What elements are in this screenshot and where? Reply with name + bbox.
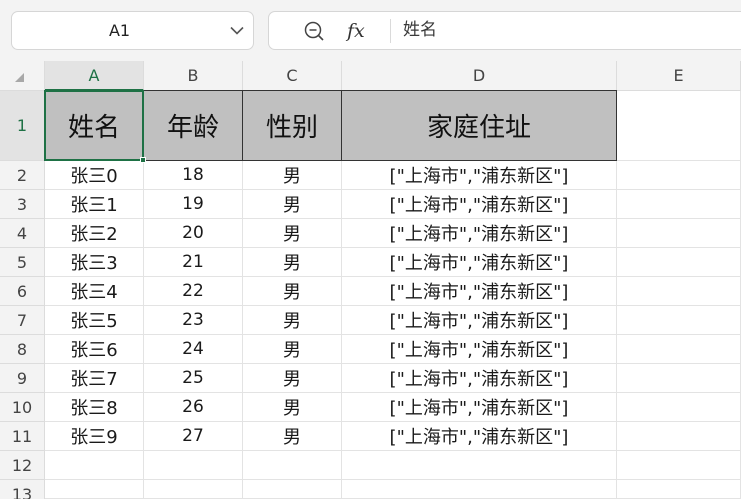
data-cell[interactable]: 男	[243, 190, 342, 219]
empty-cell[interactable]	[617, 306, 741, 335]
row-header-13[interactable]: 13	[0, 480, 45, 499]
empty-cell[interactable]	[617, 91, 741, 161]
data-cell[interactable]: 张三2	[45, 219, 144, 248]
empty-cell[interactable]	[617, 335, 741, 364]
data-cell[interactable]: 男	[243, 219, 342, 248]
empty-cell[interactable]	[45, 480, 144, 499]
column-header-d[interactable]: D	[342, 61, 617, 91]
header-cell[interactable]: 性别	[243, 91, 342, 161]
data-cell[interactable]: ["上海市","浦东新区"]	[342, 219, 617, 248]
empty-cell[interactable]	[243, 480, 342, 499]
data-cell[interactable]: 男	[243, 422, 342, 451]
row-header-5[interactable]: 5	[0, 248, 45, 277]
column-header-c[interactable]: C	[243, 61, 342, 91]
empty-cell[interactable]	[617, 364, 741, 393]
data-cell[interactable]: 男	[243, 306, 342, 335]
data-cell[interactable]: 男	[243, 277, 342, 306]
data-cell[interactable]: ["上海市","浦东新区"]	[342, 335, 617, 364]
data-cell[interactable]: 张三3	[45, 248, 144, 277]
empty-cell[interactable]	[617, 161, 741, 190]
header-top-border	[45, 90, 617, 91]
row-header-10[interactable]: 10	[0, 393, 45, 422]
data-cell[interactable]: 张三0	[45, 161, 144, 190]
empty-cell[interactable]	[144, 480, 243, 499]
row-header-8[interactable]: 8	[0, 335, 45, 364]
column-header-e[interactable]: E	[617, 61, 741, 91]
select-all-corner[interactable]	[0, 61, 45, 91]
empty-cell[interactable]	[342, 480, 617, 499]
header-cell[interactable]: 年龄	[144, 91, 243, 161]
empty-cell[interactable]	[617, 190, 741, 219]
row-header-7[interactable]: 7	[0, 306, 45, 335]
row-header-2[interactable]: 2	[0, 161, 45, 190]
empty-cell[interactable]	[617, 277, 741, 306]
data-cell[interactable]: ["上海市","浦东新区"]	[342, 306, 617, 335]
row-header-4[interactable]: 4	[0, 219, 45, 248]
data-cell[interactable]: 男	[243, 248, 342, 277]
data-cell[interactable]: ["上海市","浦东新区"]	[342, 248, 617, 277]
row-header-6[interactable]: 6	[0, 277, 45, 306]
data-cell[interactable]: ["上海市","浦东新区"]	[342, 393, 617, 422]
name-box[interactable]: A1	[11, 11, 254, 50]
data-cell[interactable]: 张三4	[45, 277, 144, 306]
row-header-1[interactable]: 1	[0, 91, 45, 161]
data-cell[interactable]: 张三8	[45, 393, 144, 422]
row-header-11[interactable]: 11	[0, 422, 45, 451]
empty-cell[interactable]	[617, 248, 741, 277]
empty-cell[interactable]	[144, 451, 243, 480]
chevron-down-icon[interactable]	[230, 26, 244, 35]
data-cell[interactable]: 19	[144, 190, 243, 219]
data-cell[interactable]: 男	[243, 393, 342, 422]
row-header-12[interactable]: 12	[0, 451, 45, 480]
data-cell[interactable]: ["上海市","浦东新区"]	[342, 190, 617, 219]
data-cell[interactable]: 张三7	[45, 364, 144, 393]
header-cell[interactable]: 家庭住址	[342, 91, 617, 161]
data-cell[interactable]: 张三9	[45, 422, 144, 451]
header-cell[interactable]: 姓名	[45, 91, 144, 161]
data-cell[interactable]: 27	[144, 422, 243, 451]
empty-cell[interactable]	[45, 451, 144, 480]
data-cell[interactable]: 男	[243, 161, 342, 190]
data-cell[interactable]: ["上海市","浦东新区"]	[342, 364, 617, 393]
row-header-3[interactable]: 3	[0, 190, 45, 219]
empty-cell[interactable]	[617, 219, 741, 248]
data-cell[interactable]: 张三5	[45, 306, 144, 335]
column-header-a[interactable]: A	[45, 61, 144, 91]
data-cell[interactable]: 26	[144, 393, 243, 422]
data-cell[interactable]: ["上海市","浦东新区"]	[342, 422, 617, 451]
empty-cell[interactable]	[617, 393, 741, 422]
empty-cell[interactable]	[617, 451, 741, 480]
row-header-9[interactable]: 9	[0, 364, 45, 393]
formula-toolbar: A1 fx 姓名	[0, 0, 741, 61]
empty-cell[interactable]	[617, 422, 741, 451]
data-cell[interactable]: 男	[243, 364, 342, 393]
data-cell[interactable]: 22	[144, 277, 243, 306]
name-box-value: A1	[108, 21, 131, 40]
formula-input[interactable]: 姓名	[403, 12, 437, 49]
empty-cell[interactable]	[243, 451, 342, 480]
empty-cell[interactable]	[342, 451, 617, 480]
empty-cell[interactable]	[617, 480, 741, 499]
data-cell[interactable]: 23	[144, 306, 243, 335]
formula-divider	[390, 19, 391, 43]
data-cell[interactable]: ["上海市","浦东新区"]	[342, 161, 617, 190]
data-cell[interactable]: 21	[144, 248, 243, 277]
data-cell[interactable]: 张三1	[45, 190, 144, 219]
data-cell[interactable]: 张三6	[45, 335, 144, 364]
formula-bar[interactable]: fx 姓名	[268, 11, 741, 50]
data-cell[interactable]: 25	[144, 364, 243, 393]
data-cell[interactable]: 男	[243, 335, 342, 364]
zoom-out-icon[interactable]	[303, 20, 325, 42]
data-cell[interactable]: ["上海市","浦东新区"]	[342, 277, 617, 306]
data-cell[interactable]: 20	[144, 219, 243, 248]
data-cell[interactable]: 24	[144, 335, 243, 364]
data-cell[interactable]: 18	[144, 161, 243, 190]
column-header-b[interactable]: B	[144, 61, 243, 91]
fx-icon[interactable]: fx	[347, 16, 365, 46]
